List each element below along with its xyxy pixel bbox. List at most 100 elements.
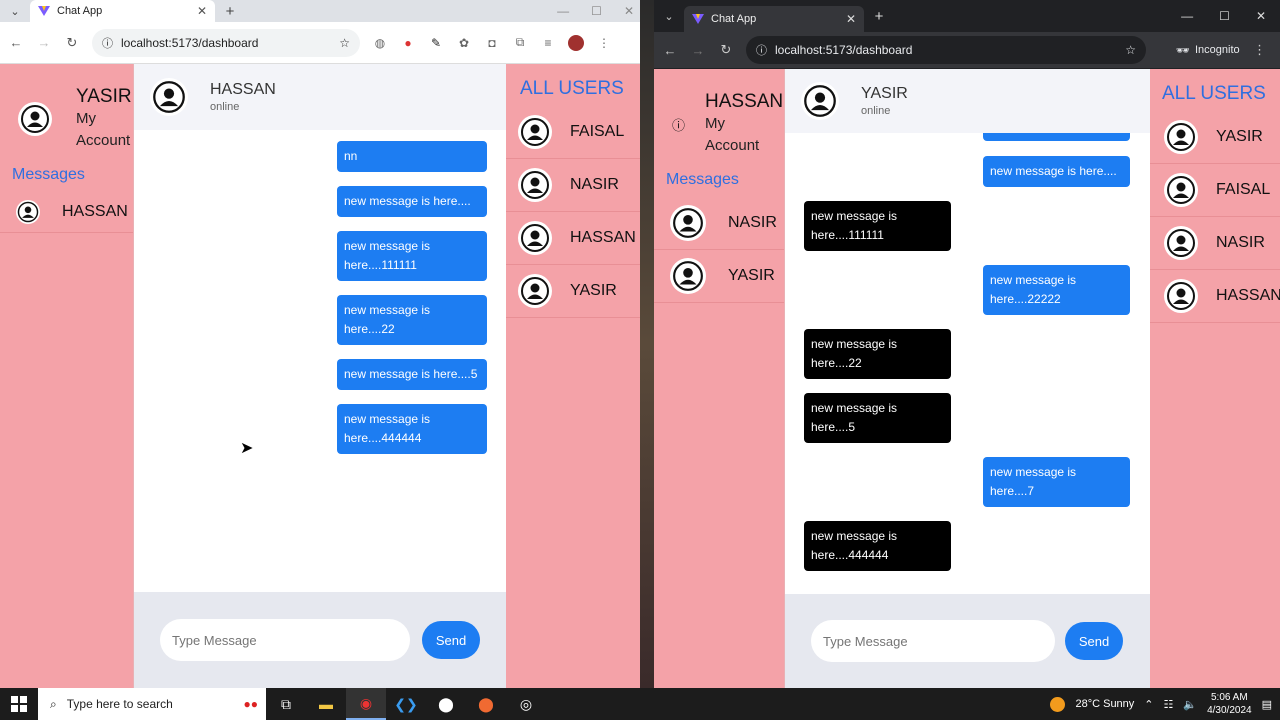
volume-icon[interactable]: 🔈 [1183,698,1197,711]
bookmark-star-icon[interactable]: ☆ [1125,43,1136,57]
message-bubble: new message is here....111111 [804,201,951,251]
site-info-icon[interactable]: ⓘ [756,42,767,58]
file-explorer-icon[interactable]: ▬ [306,688,346,720]
user-list-item[interactable]: NASIR [1150,217,1280,270]
tab-title: Chat App [711,13,757,25]
taskbar-search[interactable]: ⌕ Type here to search ●● [38,688,266,720]
network-icon[interactable]: ☷ [1164,698,1174,711]
conversation-item[interactable]: YASIR [654,250,784,303]
window-controls: — ☐ ✕ [1181,0,1266,32]
new-tab-icon[interactable]: + [864,8,894,25]
extension-toggle-icon[interactable]: ● [400,36,416,50]
address-bar[interactable]: ⓘ localhost:5173/dashboard ☆ [92,28,360,57]
chat-partner-status: online [210,101,240,113]
send-button[interactable]: Send [1065,622,1123,660]
maximize-icon[interactable]: ☐ [1219,9,1230,23]
incognito-icon: 🕶 [1176,44,1190,57]
reload-icon[interactable]: ↻ [64,35,80,51]
left-browser-window: ⌄ Chat App ✕ + — ☐ ✕ ← → ↻ ⓘ localhost:5… [0,0,640,688]
windows-logo-icon [11,696,27,712]
user-list-item[interactable]: HASSAN [506,212,640,265]
clock-date: 4/30/2024 [1207,705,1252,716]
chat-partner-name: YASIR [861,85,908,102]
send-button[interactable]: Send [422,621,480,659]
tray-chevron-icon[interactable]: ⌃ [1144,698,1153,711]
back-icon[interactable]: ← [8,35,24,50]
close-window-icon[interactable]: ✕ [624,4,634,18]
minimize-icon[interactable]: — [557,4,569,18]
user-list-item[interactable]: FAISAL [1150,164,1280,217]
tab-search-icon[interactable]: ⌄ [654,10,684,23]
tab-search-icon[interactable]: ⌄ [0,5,30,18]
user-name: HASSAN [570,229,636,246]
conversation-item[interactable]: NASIR [654,197,784,250]
minimize-icon[interactable]: — [1181,9,1193,23]
back-icon[interactable]: ← [662,43,678,58]
tab-strip: ⌄ Chat App ✕ + — ☐ ✕ [654,0,1280,32]
maximize-icon[interactable]: ☐ [591,4,602,18]
app-circle-icon[interactable]: ⬤ [426,688,466,720]
vite-logo-icon [38,6,50,16]
chat-partner-status: online [861,105,891,117]
chat-app: ⓘ HASSAN My Account Messages NASIR YASIR [654,69,1280,688]
message-list: new message is here.... new message is h… [785,133,1150,594]
user-list-item[interactable]: NASIR [506,159,640,212]
start-button[interactable] [0,688,38,720]
app-aperture-icon[interactable]: ◎ [506,688,546,720]
vscode-icon[interactable]: ❮❯ [386,688,426,720]
address-bar[interactable]: ⓘ localhost:5173/dashboard ☆ [746,36,1146,64]
chat-panel: HASSAN online nn new message is here....… [134,64,506,688]
notifications-icon[interactable]: ▤ [1262,698,1272,711]
chrome-taskbar-icon[interactable]: ◉ [346,688,386,720]
conversation-name: NASIR [728,214,777,231]
conversation-name: YASIR [728,267,775,284]
close-tab-icon[interactable]: ✕ [846,12,856,26]
my-account-line1: My [705,115,726,132]
forward-icon[interactable]: → [690,43,706,58]
task-view-icon[interactable]: ⧉ [266,688,306,720]
browser-tab[interactable]: Chat App ✕ [30,0,215,22]
bookmark-star-icon[interactable]: ☆ [339,36,350,50]
incognito-indicator[interactable]: 🕶 Incognito [1176,44,1240,57]
extension-flower-icon[interactable]: ✿ [456,36,472,50]
media-control-icon[interactable]: ≡ [540,36,556,50]
menu-dots-icon[interactable]: ⋮ [596,36,612,50]
weather-sun-icon [1050,696,1066,712]
user-name: HASSAN [1216,287,1280,304]
profile-avatar-icon[interactable] [568,34,584,51]
extension-pen-icon[interactable]: ✎ [428,36,444,50]
browser-toolbar: ← → ↻ ⓘ localhost:5173/dashboard ☆ ◍ ● ✎… [0,22,640,64]
menu-dots-icon[interactable]: ⋮ [1252,42,1268,58]
weather-text[interactable]: 28°C Sunny [1075,698,1134,710]
taskbar-search-placeholder: Type here to search [66,697,173,711]
user-list-item[interactable]: YASIR [1150,111,1280,164]
new-tab-icon[interactable]: + [215,3,245,20]
close-window-icon[interactable]: ✕ [1256,9,1266,23]
conversation-item[interactable]: HASSAN [0,192,133,233]
my-avatar-icon: ⓘ [672,117,686,133]
message-bubble: new message is here....5 [337,359,487,390]
browser-tab[interactable]: Chat App ✕ [684,6,864,32]
reload-icon[interactable]: ↻ [718,42,734,58]
browser-toolbar: ← → ↻ ⓘ localhost:5173/dashboard ☆ 🕶 Inc… [654,32,1280,68]
user-name: FAISAL [570,123,625,140]
clock[interactable]: 5:06 AM 4/30/2024 [1207,691,1252,717]
site-info-icon[interactable]: ⓘ [102,35,113,51]
extensions-puzzle-icon[interactable]: ⧉ [512,35,528,50]
extension-globe-icon[interactable]: ◍ [372,36,388,50]
user-list-item[interactable]: YASIR [506,265,640,318]
my-account: YASIR My Account [0,64,133,152]
postman-icon[interactable]: ⬤ [466,688,506,720]
extension-camera-icon[interactable]: ◘ [484,36,500,50]
close-tab-icon[interactable]: ✕ [197,4,207,18]
message-bubble: new message is here....5 [804,393,951,443]
chat-avatar-icon [150,78,188,116]
my-name: YASIR [76,86,132,107]
user-list-item[interactable]: FAISAL [506,106,640,159]
message-input[interactable] [811,620,1055,662]
forward-icon[interactable]: → [36,35,52,50]
message-input[interactable] [160,619,410,661]
user-avatar-icon [1164,120,1198,154]
user-list-item[interactable]: HASSAN [1150,270,1280,323]
my-account: ⓘ HASSAN My Account [654,69,784,157]
